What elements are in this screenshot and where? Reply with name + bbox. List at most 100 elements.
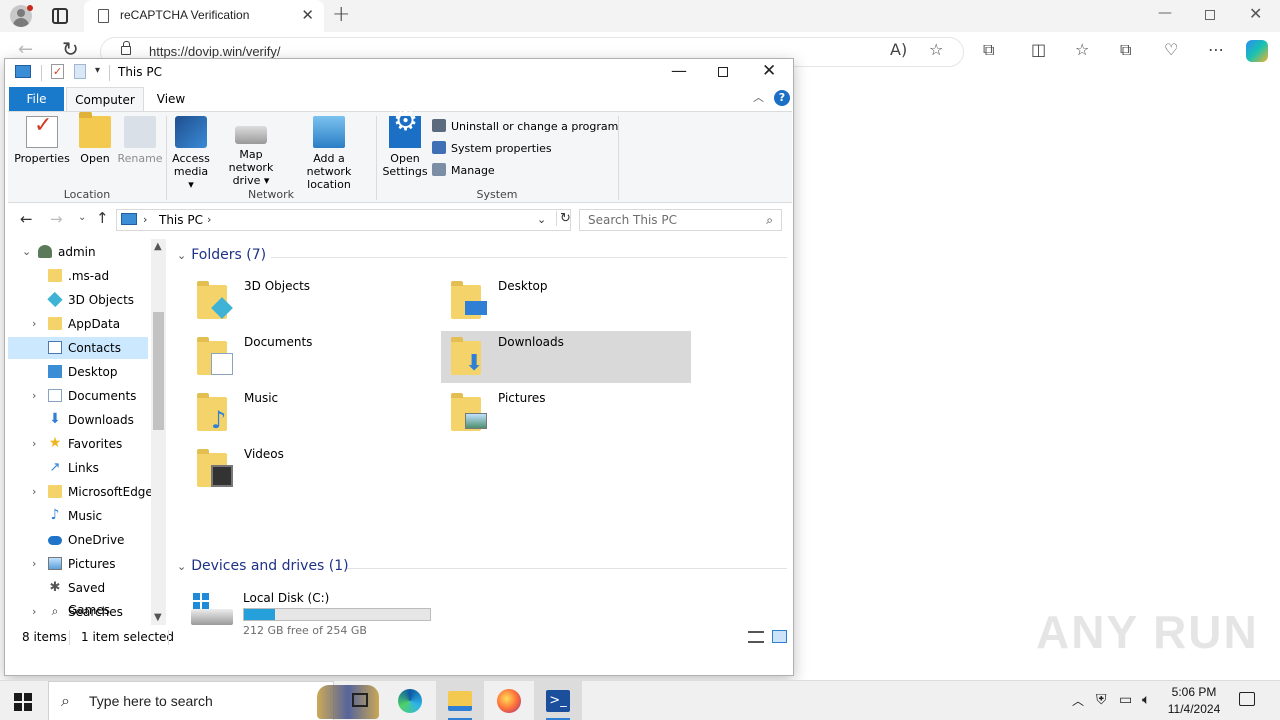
expand-chevron-icon[interactable]: › bbox=[32, 385, 36, 407]
search-icon[interactable]: ⌕ bbox=[766, 213, 773, 228]
folder-tile[interactable]: Pictures bbox=[441, 387, 691, 439]
folder-tile[interactable]: Videos bbox=[187, 443, 437, 495]
more-menu-icon[interactable]: ⋯ bbox=[1208, 40, 1224, 59]
new-folder-quick-icon[interactable] bbox=[74, 64, 86, 79]
browser-essentials-icon[interactable]: ♡ bbox=[1164, 40, 1178, 59]
properties-quick-icon[interactable]: ✓ bbox=[51, 64, 64, 79]
tab-close-button[interactable]: ✕ bbox=[301, 6, 314, 24]
up-arrow-icon[interactable]: ↑ bbox=[96, 209, 109, 227]
favorites-icon[interactable]: ☆ bbox=[1075, 40, 1089, 59]
back-arrow-icon[interactable]: ← bbox=[18, 39, 33, 60]
start-button[interactable] bbox=[14, 693, 32, 711]
access-media-button[interactable]: Access media ▾ bbox=[170, 116, 212, 191]
browser-restore-button[interactable] bbox=[1205, 10, 1215, 20]
tab-file[interactable]: File bbox=[9, 87, 64, 111]
tab-computer[interactable]: Computer bbox=[66, 87, 144, 111]
recent-locations-chevron-icon[interactable]: ⌄ bbox=[78, 212, 86, 223]
edge-taskbar-button[interactable] bbox=[386, 681, 434, 720]
uninstall-program-button[interactable]: Uninstall or change a program bbox=[432, 119, 618, 133]
system-properties-button[interactable]: System properties bbox=[432, 141, 552, 155]
expand-chevron-icon[interactable]: › bbox=[32, 433, 36, 455]
breadcrumb-this-pc[interactable]: This PC bbox=[159, 213, 203, 227]
scrollbar-thumb[interactable] bbox=[153, 312, 164, 430]
tree-item[interactable]: › Pictures bbox=[8, 553, 148, 575]
explorer-maximize-button[interactable] bbox=[718, 67, 728, 77]
map-network-drive-button[interactable]: Map network drive ▾ bbox=[216, 116, 286, 187]
customize-toolbar-chevron-icon[interactable]: ▾ bbox=[95, 65, 100, 76]
explorer-close-button[interactable]: ✕ bbox=[762, 61, 776, 81]
browser-tab[interactable]: reCAPTCHA Verification ✕ bbox=[84, 0, 324, 32]
expand-chevron-icon[interactable]: › bbox=[32, 601, 36, 623]
read-aloud-icon[interactable]: A) bbox=[890, 40, 907, 59]
back-arrow-icon[interactable]: ← bbox=[20, 210, 33, 228]
collapse-chevron-icon[interactable]: ⌄ bbox=[22, 241, 31, 263]
search-placeholder[interactable]: Search This PC bbox=[588, 213, 677, 227]
nav-pane-scrollbar[interactable]: ▲ ▼ bbox=[151, 239, 166, 625]
expand-chevron-icon[interactable]: › bbox=[32, 553, 36, 575]
tree-item[interactable]: .ms-ad bbox=[8, 265, 148, 287]
tree-item[interactable]: › MicrosoftEdge bbox=[8, 481, 153, 503]
expand-chevron-icon[interactable]: › bbox=[32, 313, 36, 335]
large-icons-view-icon[interactable] bbox=[772, 630, 787, 643]
tree-item[interactable]: ♪ Music bbox=[8, 505, 148, 527]
split-screen-icon[interactable]: ◫ bbox=[1031, 40, 1046, 59]
tab-actions-icon[interactable] bbox=[52, 8, 68, 24]
tree-item[interactable]: OneDrive bbox=[8, 529, 148, 551]
folders-section-header[interactable]: ⌄ Folders (7) bbox=[177, 247, 266, 263]
search-icon[interactable]: ⌕ bbox=[61, 691, 70, 711]
clock-time[interactable]: 5:06 PM bbox=[1168, 685, 1220, 699]
network-tray-icon[interactable]: ▭ bbox=[1119, 692, 1132, 708]
volume-tray-icon[interactable]: 🔈︎ bbox=[1142, 692, 1150, 708]
tree-item[interactable]: Desktop bbox=[8, 361, 148, 383]
notifications-icon[interactable] bbox=[1239, 692, 1255, 706]
help-icon[interactable]: ? bbox=[774, 90, 790, 106]
collapse-chevron-icon[interactable]: ⌄ bbox=[177, 560, 186, 573]
clock-date[interactable]: 11/4/2024 bbox=[1164, 702, 1224, 716]
copilot-icon[interactable] bbox=[1246, 40, 1268, 62]
url-text[interactable]: https://dovip.win/verify/ bbox=[149, 44, 281, 59]
expand-chevron-icon[interactable]: › bbox=[32, 481, 36, 503]
explorer-minimize-button[interactable]: — bbox=[671, 61, 687, 80]
task-view-button[interactable] bbox=[336, 681, 384, 720]
tree-item[interactable]: › ⌕ Searches bbox=[8, 601, 148, 623]
browser-close-button[interactable]: ✕ bbox=[1249, 4, 1262, 23]
powershell-taskbar-button[interactable]: >_ bbox=[534, 681, 582, 720]
address-bar[interactable]: › This PC › ⌄ ↻ bbox=[116, 209, 571, 231]
refresh-icon[interactable]: ↻ bbox=[556, 211, 571, 226]
search-input[interactable]: Search This PC ⌕ bbox=[579, 209, 782, 231]
tree-item[interactable]: ↗ Links bbox=[8, 457, 148, 479]
scroll-up-arrow-icon[interactable]: ▲ bbox=[154, 241, 162, 252]
tree-item[interactable]: › AppData bbox=[8, 313, 148, 335]
folder-tile[interactable]: Desktop bbox=[441, 275, 691, 327]
details-view-icon[interactable] bbox=[748, 631, 764, 643]
forward-arrow-icon[interactable]: → bbox=[50, 210, 63, 228]
show-hidden-icons-chevron-icon[interactable]: ︿ bbox=[1072, 692, 1084, 709]
folder-tile[interactable]: 3D Objects bbox=[187, 275, 437, 327]
tree-item[interactable]: ⌄ admin bbox=[8, 241, 148, 263]
open-button[interactable]: Open bbox=[74, 112, 116, 165]
firefox-taskbar-button[interactable] bbox=[485, 681, 533, 720]
rename-button[interactable]: Rename bbox=[116, 116, 164, 165]
folder-tile[interactable]: Documents bbox=[187, 331, 437, 383]
collections-icon[interactable]: ⧉ bbox=[1120, 40, 1131, 60]
collapse-chevron-icon[interactable]: ⌄ bbox=[177, 249, 186, 262]
tree-item[interactable]: Contacts bbox=[8, 337, 148, 359]
scroll-down-arrow-icon[interactable]: ▼ bbox=[154, 612, 162, 623]
taskbar-search-box[interactable]: ⌕ Type here to search bbox=[48, 681, 379, 720]
lock-icon[interactable] bbox=[121, 41, 131, 55]
favorite-star-icon[interactable]: ☆ bbox=[929, 40, 943, 59]
file-explorer-taskbar-button[interactable] bbox=[436, 681, 484, 720]
security-tray-icon[interactable]: ⛨ bbox=[1096, 692, 1107, 708]
folder-tile[interactable]: ⬇ Downloads bbox=[441, 331, 691, 383]
properties-button[interactable]: Properties bbox=[14, 116, 70, 165]
tree-item[interactable]: ✱ Saved Games bbox=[8, 577, 148, 617]
collapse-ribbon-chevron-icon[interactable]: ︿ bbox=[753, 89, 764, 105]
folder-tile[interactable]: ♪ Music bbox=[187, 387, 437, 439]
extensions-icon[interactable]: ⧉ bbox=[983, 40, 994, 60]
breadcrumb-chevron-icon[interactable]: › bbox=[207, 213, 211, 226]
manage-button[interactable]: Manage bbox=[432, 163, 495, 177]
tree-item[interactable]: › ★ Favorites bbox=[8, 433, 148, 455]
taskbar-search-placeholder[interactable]: Type here to search bbox=[89, 693, 213, 709]
tree-item[interactable]: ⬇ Downloads bbox=[8, 409, 148, 431]
browser-minimize-button[interactable]: — bbox=[1158, 5, 1172, 21]
